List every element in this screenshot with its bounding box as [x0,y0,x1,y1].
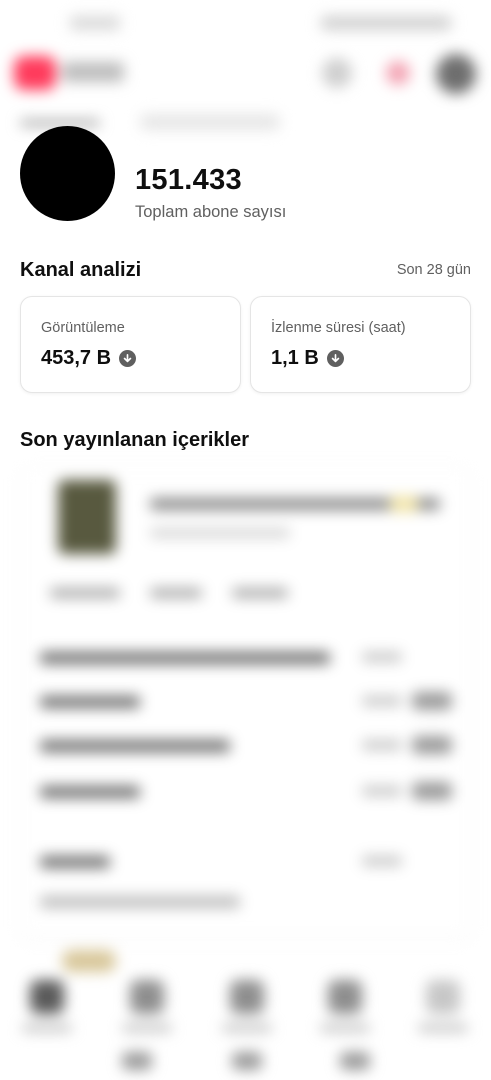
nav-create-icon[interactable] [230,980,264,1014]
recent-content-title: Son yayınlanan içerikler [20,429,249,451]
stat-row [40,652,452,666]
stat-row [40,782,452,800]
stat-row [40,856,452,870]
status-time [70,16,120,30]
nav-comments-icon[interactable] [426,980,460,1014]
views-value-row: 453,7 B [41,347,137,370]
watch-time-value: 1,1 B [271,347,319,369]
nav-label [122,1024,172,1032]
arrow-down-circle-icon [119,350,137,367]
status-bar [0,0,491,44]
channel-avatar[interactable] [20,126,115,221]
menu-icon[interactable] [322,58,352,88]
video-stat [150,588,202,598]
system-recents-icon[interactable] [122,1052,152,1070]
system-back-icon[interactable] [340,1052,370,1070]
views-label: Görüntüleme [41,320,125,336]
stat-row [40,896,452,910]
video-stat [232,588,288,598]
arrow-down-circle-icon [326,350,344,367]
video-title-emoji [390,496,418,512]
video-subtitle [150,528,290,538]
watch-time-card[interactable]: İzlenme süresi (saat) 1,1 B [250,296,471,393]
notification-icon[interactable] [386,61,410,85]
nav-label [222,1024,272,1032]
system-home-icon[interactable] [232,1052,262,1070]
stat-row [40,736,452,754]
top-app-bar [0,44,491,104]
video-thumbnail[interactable] [58,480,116,554]
subscriber-count: 151.433 [135,164,242,196]
nav-label [22,1024,72,1032]
video-stat [50,588,120,598]
bottom-navigation [0,940,491,1080]
account-avatar[interactable] [436,54,476,94]
analytics-title: Kanal analizi [20,259,142,281]
views-value: 453,7 B [41,347,112,369]
views-card[interactable]: Görüntüleme 453,7 B [20,296,241,393]
stat-row [40,692,452,710]
nav-dashboard-icon[interactable] [30,980,64,1014]
analytics-period[interactable]: Son 28 gün [397,262,471,278]
watch-time-label: İzlenme süresi (saat) [271,320,406,336]
nav-analytics-icon[interactable] [328,980,362,1014]
app-logo-text [62,62,124,82]
nav-label [320,1024,370,1032]
watch-time-value-row: 1,1 B [271,347,344,370]
nav-label [418,1024,468,1032]
recent-video-card[interactable] [20,468,471,938]
subscriber-label: Toplam abone sayısı [135,203,287,221]
app-logo-icon[interactable] [14,56,56,90]
nav-content-icon[interactable] [130,980,164,1014]
nav-badge [62,950,116,972]
status-icons [321,16,451,30]
